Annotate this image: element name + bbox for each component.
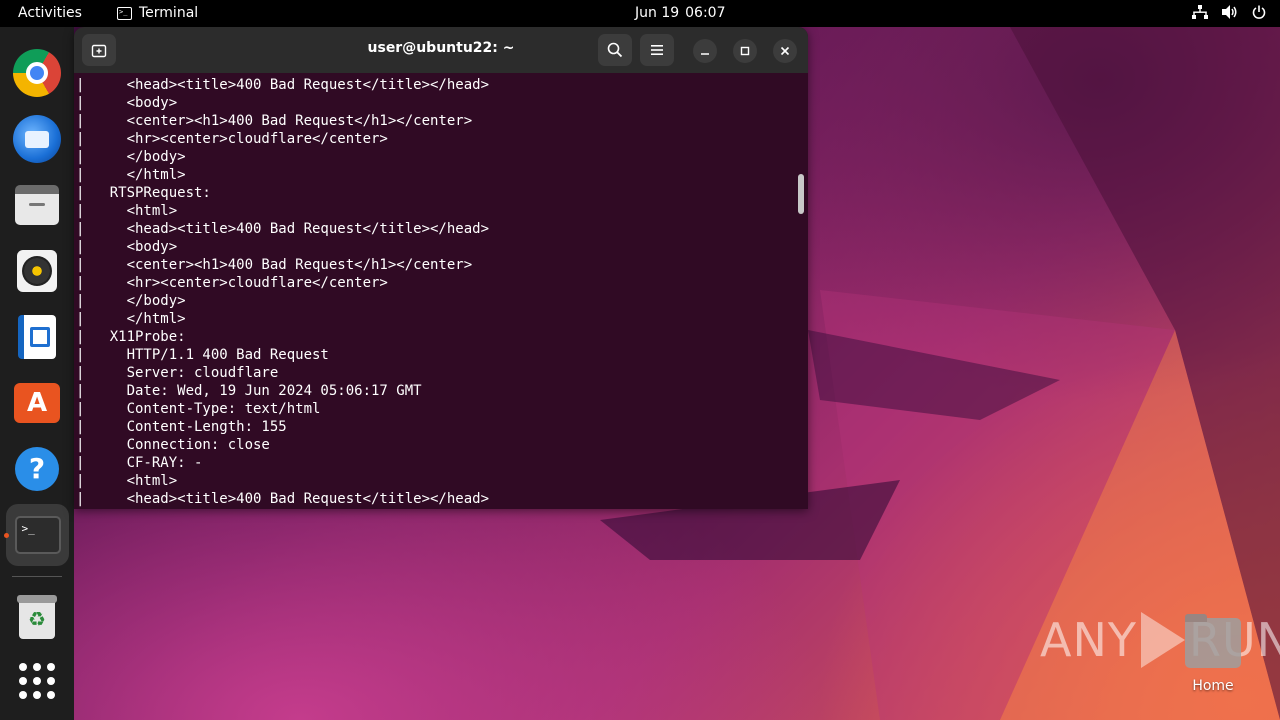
terminal-line: | </html> — [76, 167, 186, 183]
anyrun-watermark: ANY RUN — [1040, 612, 1280, 668]
clock-date: Jun 19 — [635, 5, 680, 21]
terminal-line: | Connection: close — [76, 437, 270, 453]
writer-icon — [18, 315, 56, 359]
dock-show-apps[interactable] — [12, 656, 62, 706]
thunderbird-icon — [13, 115, 61, 163]
terminal-line: | <hr><center>cloudflare</center> — [76, 131, 388, 147]
apps-grid-icon — [19, 663, 55, 699]
clock-time: 06:07 — [685, 5, 726, 21]
terminal-line: | </body> — [76, 149, 186, 165]
terminal-line: | <html> — [76, 203, 178, 219]
terminal-line: | HTTP/1.1 400 Bad Request — [76, 347, 329, 363]
app-menu-label: Terminal — [139, 5, 199, 21]
network-icon[interactable] — [1192, 5, 1208, 23]
maximize-button[interactable] — [733, 39, 757, 63]
terminal-line: | <body> — [76, 95, 178, 111]
chrome-icon — [13, 49, 61, 97]
search-button[interactable] — [598, 34, 632, 66]
home-folder-label[interactable]: Home — [1183, 678, 1243, 694]
dock: A ? >_ ♻ — [0, 27, 74, 720]
dock-writer[interactable] — [12, 312, 62, 362]
terminal-line: | <body> — [76, 239, 178, 255]
app-center-icon: A — [14, 383, 60, 423]
dock-help[interactable]: ? — [12, 444, 62, 494]
terminal-line: | Server: cloudflare — [76, 365, 279, 381]
top-bar: Activities >_ Terminal Jun 19 06:07 — [0, 0, 1280, 27]
app-menu[interactable]: >_ Terminal — [117, 5, 198, 21]
volume-icon[interactable] — [1222, 5, 1238, 23]
terminal-icon: >_ — [14, 516, 61, 554]
dock-terminal[interactable]: >_ — [6, 504, 69, 566]
close-button[interactable] — [773, 39, 797, 63]
dock-trash[interactable]: ♻ — [12, 592, 62, 642]
terminal-line: | </body> — [76, 293, 186, 309]
rhythmbox-icon — [17, 250, 57, 292]
dock-thunderbird[interactable] — [12, 114, 62, 164]
terminal-header-bar[interactable]: user@ubuntu22: ~ — [74, 27, 808, 73]
terminal-line: | X11Probe: — [76, 329, 186, 345]
terminal-output[interactable]: | <head><title>400 Bad Request</title></… — [74, 73, 796, 509]
terminal-window[interactable]: user@ubuntu22: ~ | <head><title>400 Bad … — [74, 27, 808, 509]
minimize-icon — [701, 53, 709, 55]
maximize-icon — [740, 46, 750, 56]
power-icon[interactable] — [1252, 5, 1266, 23]
terminal-line: | RTSPRequest: — [76, 185, 211, 201]
terminal-line: | Content-Type: text/html — [76, 401, 321, 417]
terminal-app-icon: >_ — [117, 6, 132, 20]
help-icon: ? — [15, 447, 59, 491]
terminal-line: | <hr><center>cloudflare</center> — [76, 275, 388, 291]
terminal-line: | </html> — [76, 311, 186, 327]
terminal-line: | <head><title>400 Bad Request</title></… — [76, 221, 490, 237]
hamburger-menu-icon — [651, 45, 663, 55]
close-icon — [780, 46, 790, 56]
dock-files[interactable] — [12, 180, 62, 230]
search-icon — [607, 42, 623, 58]
terminal-line: | <center><h1>400 Bad Request</h1></cent… — [76, 113, 473, 129]
system-tray[interactable] — [1192, 5, 1266, 23]
terminal-line: | <html> — [76, 473, 178, 489]
running-indicator — [4, 533, 9, 538]
dock-app-center[interactable]: A — [12, 378, 62, 428]
trash-icon: ♻ — [17, 595, 57, 639]
dock-chrome[interactable] — [12, 48, 62, 98]
watermark-left-text: ANY — [1040, 613, 1137, 667]
dock-rhythmbox[interactable] — [12, 246, 62, 296]
files-icon — [15, 185, 59, 225]
terminal-line: | <head><title>400 Bad Request</title></… — [76, 77, 490, 93]
activities-button[interactable]: Activities — [18, 5, 82, 21]
minimize-button[interactable] — [693, 39, 717, 63]
terminal-line: | <center><h1>400 Bad Request</h1></cent… — [76, 257, 473, 273]
terminal-line: | Content-Length: 155 — [76, 419, 287, 435]
terminal-line: | CF-RAY: - — [76, 455, 203, 471]
clock[interactable]: Jun 19 06:07 — [635, 5, 726, 21]
terminal-line: | Date: Wed, 19 Jun 2024 05:06:17 GMT — [76, 383, 422, 399]
play-logo-icon — [1140, 612, 1185, 668]
home-folder-icon[interactable] — [1185, 614, 1241, 668]
dock-separator — [12, 576, 62, 577]
terminal-line: | <head><title>400 Bad Request</title></… — [76, 491, 490, 507]
scrollbar-thumb[interactable] — [798, 174, 804, 214]
menu-button[interactable] — [640, 34, 674, 66]
